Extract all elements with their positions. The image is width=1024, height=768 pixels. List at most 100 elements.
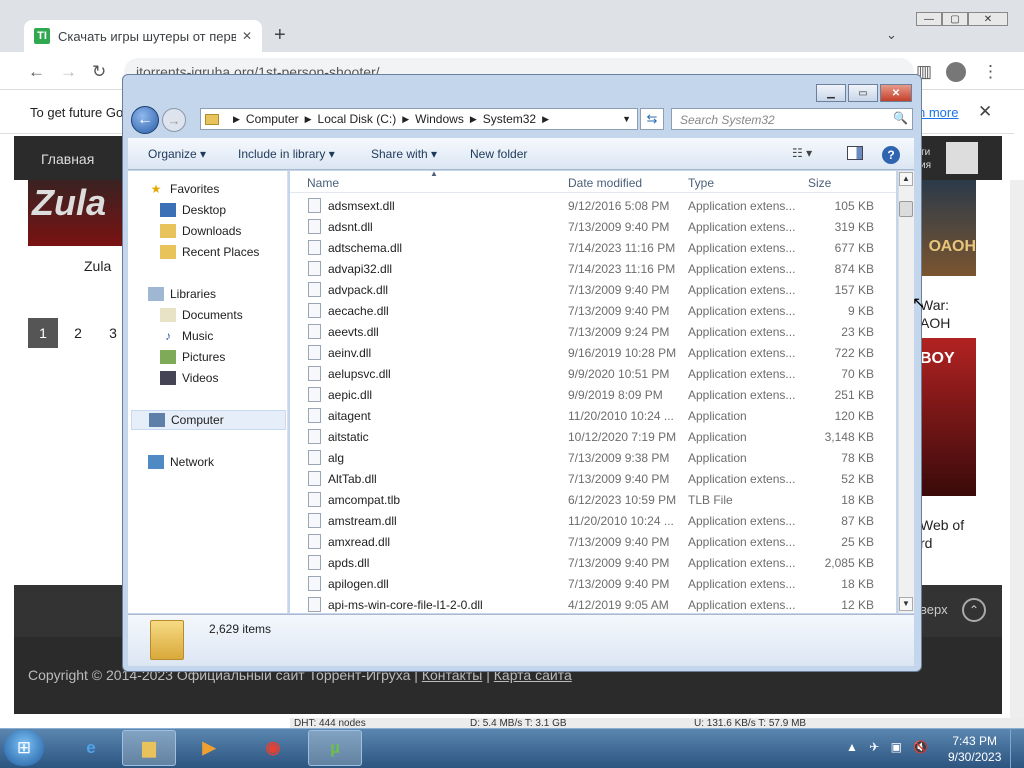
profile-avatar-icon[interactable]	[946, 62, 966, 82]
file-row[interactable]: aitagent 11/20/2010 10:24 ... Application 1…	[290, 405, 896, 426]
file-size: 120 KB	[834, 409, 874, 423]
show-desktop-button[interactable]	[1010, 728, 1024, 768]
file-date: 11/20/2010 10:24 ...	[568, 409, 674, 423]
reload-icon[interactable]: ↻	[92, 62, 106, 82]
file-date: 7/13/2009 9:40 PM	[568, 220, 670, 234]
start-button[interactable]: ⊞	[4, 730, 44, 766]
file-row[interactable]: aepic.dll 9/9/2019 8:09 PM Application ext…	[290, 384, 896, 405]
explorer-taskbar-icon[interactable]: ▆	[122, 730, 176, 766]
browser-tab[interactable]: TI Скачать игры шутеры от перво ✕	[24, 20, 262, 52]
column-type-header[interactable]: Type	[688, 176, 714, 190]
file-row[interactable]: AltTab.dll 7/13/2009 9:40 PM Application e…	[290, 468, 896, 489]
nav-libraries[interactable]: Libraries	[148, 284, 306, 304]
tab-search-icon[interactable]: ⌄	[886, 27, 897, 43]
breadcrumb-chevron-icon[interactable]: ▶	[402, 114, 409, 125]
clock[interactable]: 7:43 PM 9/30/2023	[948, 733, 1001, 765]
file-row[interactable]: amxread.dll 7/13/2009 9:40 PM Application …	[290, 531, 896, 552]
explorer-minimize-button[interactable]: ▁	[816, 84, 846, 102]
file-row[interactable]: apilogen.dll 7/13/2009 9:40 PM Application…	[290, 573, 896, 594]
game-title-zula[interactable]: Zula	[84, 258, 111, 274]
browser-close-button[interactable]: ✕	[968, 12, 1008, 26]
help-icon[interactable]: ?	[882, 146, 900, 164]
column-name-header[interactable]: Name	[307, 176, 339, 190]
file-row[interactable]: alg 7/13/2009 9:38 PM Application 78 KB	[290, 447, 896, 468]
tab-close-icon[interactable]: ✕	[242, 29, 252, 43]
file-row[interactable]: amcompat.tlb 6/12/2023 10:59 PM TLB File 18…	[290, 489, 896, 510]
breadcrumb-local-disk[interactable]: Local Disk (C:)	[318, 112, 397, 126]
breadcrumb-chevron-icon[interactable]: ▶	[470, 114, 477, 125]
explorer-close-button[interactable]: ✕	[880, 84, 912, 102]
file-row[interactable]: aitstatic 10/12/2020 7:19 PM Application 3,…	[290, 426, 896, 447]
game-thumbnail-hellboy[interactable]: BOY	[920, 338, 976, 496]
file-row[interactable]: adtschema.dll 7/14/2023 11:16 PM Applicati…	[290, 237, 896, 258]
file-row[interactable]: advapi32.dll 7/14/2023 11:16 PM Applicatio…	[290, 258, 896, 279]
explorer-back-button[interactable]: ←	[131, 106, 159, 134]
search-icon[interactable]: 🔍	[893, 111, 908, 125]
file-row[interactable]: adsmsext.dll 9/12/2016 5:08 PM Application…	[290, 195, 896, 216]
scrollbar-thumb[interactable]	[899, 201, 913, 217]
system-tray-icons[interactable]: ▲ ✈ ▣ 🔇	[846, 740, 932, 754]
game-title-hellboy[interactable]: Web of rd	[920, 516, 964, 552]
media-player-icon[interactable]: ▶	[182, 730, 236, 766]
chrome-icon[interactable]: ◉	[246, 730, 300, 766]
include-in-library-button[interactable]: Include in library ▾	[238, 147, 335, 161]
scroll-up-arrow-icon[interactable]: ▲	[899, 172, 913, 186]
file-name: aecache.dll	[328, 304, 389, 318]
tab-title: Скачать игры шутеры от перво	[58, 28, 236, 44]
file-row[interactable]: aecache.dll 7/13/2009 9:40 PM Application …	[290, 300, 896, 321]
column-size-header[interactable]: Size	[808, 176, 831, 190]
file-name: adsnt.dll	[328, 220, 373, 234]
scroll-down-arrow-icon[interactable]: ▼	[899, 597, 913, 611]
game-thumbnail-zula[interactable]: Zula	[28, 180, 128, 246]
file-date: 7/13/2009 9:40 PM	[568, 283, 670, 297]
breadcrumb-system32[interactable]: System32	[483, 112, 536, 126]
breadcrumb-computer[interactable]: Computer	[246, 112, 299, 126]
site-user-avatar[interactable]	[946, 142, 978, 174]
share-with-button[interactable]: Share with ▾	[371, 147, 437, 161]
file-row[interactable]: aeevts.dll 7/13/2009 9:24 PM Application e…	[290, 321, 896, 342]
more-menu-icon[interactable]: ⋮	[982, 62, 999, 82]
column-date-header[interactable]: Date modified	[568, 176, 642, 190]
internet-explorer-icon[interactable]: e	[64, 730, 118, 766]
info-bar-close-icon[interactable]: ✕	[978, 102, 992, 122]
new-folder-button[interactable]: New folder	[470, 147, 527, 161]
file-row[interactable]: advpack.dll 7/13/2009 9:40 PM Application …	[290, 279, 896, 300]
refresh-button[interactable]: ⇆	[640, 108, 664, 130]
browser-maximize-button[interactable]: ▢	[942, 12, 968, 26]
scroll-to-top-label[interactable]: верх	[920, 602, 948, 617]
breadcrumb-chevron-icon[interactable]: ▶	[542, 114, 549, 125]
scroll-up-icon[interactable]: ⌃	[962, 598, 986, 622]
file-row[interactable]: api-ms-win-core-file-l1-2-0.dll 4/12/2019…	[290, 594, 896, 613]
new-tab-button[interactable]: +	[274, 24, 286, 47]
address-dropdown-icon[interactable]: ▼	[622, 114, 631, 124]
change-view-button[interactable]: ☷ ▾	[792, 146, 812, 160]
file-row[interactable]: aelupsvc.dll 9/9/2020 10:51 PM Application…	[290, 363, 896, 384]
nav-favorites[interactable]: ★ Favorites	[148, 179, 306, 199]
file-size: 78 KB	[841, 451, 874, 465]
forward-arrow-icon[interactable]: →	[60, 62, 77, 82]
game-thumbnail-war[interactable]: ОАОН	[920, 180, 976, 276]
utorrent-icon[interactable]: µ	[308, 730, 362, 766]
nav-computer[interactable]: Computer	[131, 410, 286, 430]
nav-network[interactable]: Network	[148, 452, 306, 472]
file-row[interactable]: aeinv.dll 9/16/2019 10:28 PM Application e…	[290, 342, 896, 363]
breadcrumb-chevron-icon[interactable]: ▶	[305, 114, 312, 125]
vertical-scrollbar[interactable]	[898, 171, 914, 613]
search-input[interactable]: Search System32	[671, 108, 913, 130]
site-nav-home-link[interactable]: Главная	[41, 151, 94, 167]
organize-button[interactable]: Organize ▾	[148, 147, 206, 161]
browser-minimize-button[interactable]: —	[916, 12, 942, 26]
file-row[interactable]: apds.dll 7/13/2009 9:40 PM Application ext…	[290, 552, 896, 573]
explorer-maximize-button[interactable]: ▭	[848, 84, 878, 102]
info-bar-learn-more-link[interactable]: n more	[918, 105, 958, 120]
back-arrow-icon[interactable]: ←	[28, 62, 45, 82]
preview-pane-icon[interactable]	[847, 146, 863, 160]
breadcrumb-chevron-icon[interactable]: ▶	[233, 114, 240, 125]
explorer-forward-button[interactable]: →	[162, 108, 186, 132]
pagination-page-1[interactable]: 1	[28, 318, 58, 348]
file-row[interactable]: adsnt.dll 7/13/2009 9:40 PM Application ex…	[290, 216, 896, 237]
breadcrumb-windows[interactable]: Windows	[415, 112, 464, 126]
file-row[interactable]: amstream.dll 11/20/2010 10:24 ... Applicat…	[290, 510, 896, 531]
pagination-page-2[interactable]: 2	[63, 318, 93, 348]
address-breadcrumb[interactable]: ▶ Computer ▶ Local Disk (C:) ▶ Windows ▶…	[200, 108, 638, 130]
